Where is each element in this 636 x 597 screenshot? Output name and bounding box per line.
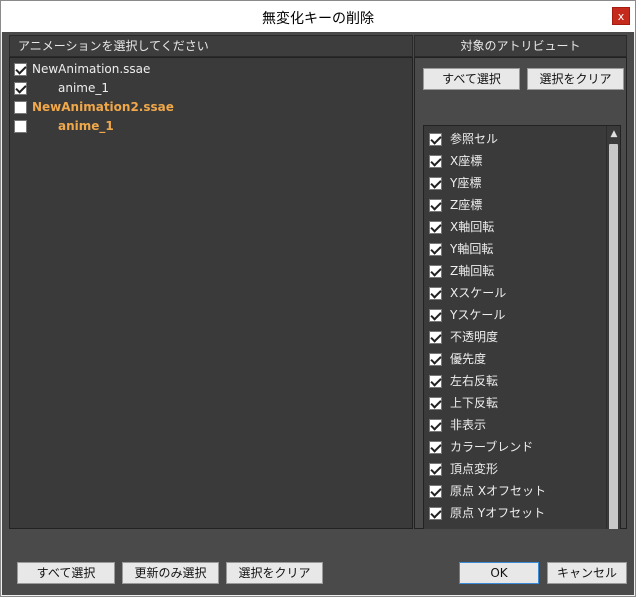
tree-item-checkbox[interactable] <box>14 120 27 133</box>
attribute-checkbox[interactable] <box>429 221 442 234</box>
animation-list-header: アニメーションを選択してください <box>9 35 413 57</box>
tree-item-newanimation[interactable]: NewAnimation.ssae <box>10 60 410 78</box>
attribute-checkbox[interactable] <box>429 243 442 256</box>
attribute-item[interactable]: X軸回転 <box>424 216 604 238</box>
ok-button[interactable]: OK <box>459 562 539 584</box>
dialog-client-area: アニメーションを選択してください NewAnimation.ssae anime… <box>2 32 634 595</box>
attribute-item[interactable]: 上下反転 <box>424 392 604 414</box>
attribute-label: Y軸回転 <box>450 242 494 256</box>
scroll-thumb[interactable] <box>609 144 618 534</box>
attribute-list-header: 対象のアトリビュート <box>414 35 627 57</box>
attribute-checkbox[interactable] <box>429 331 442 344</box>
attribute-checkbox[interactable] <box>429 199 442 212</box>
attribute-label: 原点 Xオフセット <box>450 484 547 498</box>
tree-item-checkbox[interactable] <box>14 63 27 76</box>
attribute-item[interactable]: 参照セル <box>424 128 604 150</box>
attribute-label: 上下反転 <box>450 396 499 410</box>
attribute-item[interactable]: 左右反転 <box>424 370 604 392</box>
attribute-item[interactable]: 原点 Yオフセット <box>424 502 604 524</box>
select-all-button[interactable]: すべて選択 <box>17 562 115 584</box>
attribute-item[interactable]: 非表示 <box>424 414 604 436</box>
scroll-up-arrow-icon[interactable]: ▲ <box>607 126 620 142</box>
select-updated-only-button[interactable]: 更新のみ選択 <box>122 562 219 584</box>
attribute-label: 原点 Yオフセット <box>450 506 546 520</box>
attribute-label: Z座標 <box>450 198 483 212</box>
attribute-checkbox[interactable] <box>429 441 442 454</box>
attribute-item[interactable]: Yスケール <box>424 304 604 326</box>
attribute-label: Yスケール <box>450 308 506 322</box>
animation-tree: NewAnimation.ssae anime_1 NewAnimation2.… <box>9 57 413 529</box>
attribute-checkbox[interactable] <box>429 419 442 432</box>
attribute-checkbox[interactable] <box>429 155 442 168</box>
attribute-label: Z軸回転 <box>450 264 495 278</box>
tree-item-checkbox[interactable] <box>14 101 27 114</box>
attribute-label: カラーブレンド <box>450 440 534 454</box>
attribute-checkbox[interactable] <box>429 265 442 278</box>
attribute-item[interactable]: X座標 <box>424 150 604 172</box>
tree-item-label: NewAnimation.ssae <box>32 62 151 76</box>
attribute-label: 頂点変形 <box>450 462 499 476</box>
dialog-window: 無変化キーの削除 x アニメーションを選択してください NewAnimation… <box>0 0 636 597</box>
footer-bar: すべて選択 更新のみ選択 選択をクリア OK キャンセル <box>2 529 634 595</box>
close-button[interactable]: x <box>612 7 630 25</box>
attribute-checkbox[interactable] <box>429 287 442 300</box>
attribute-list: YアンカーXアンカー原点 Yオフセット原点 Xオフセット頂点変形カラーブレンド非… <box>423 125 621 553</box>
attribute-item[interactable]: 頂点変形 <box>424 458 604 480</box>
attribute-item[interactable]: Y軸回転 <box>424 238 604 260</box>
attribute-item[interactable]: 優先度 <box>424 348 604 370</box>
attribute-label: 非表示 <box>450 418 487 432</box>
title-bar: 無変化キーの削除 x <box>1 1 635 32</box>
tree-item-newanimation2[interactable]: NewAnimation2.ssae <box>10 98 410 116</box>
tree-item-label: anime_1 <box>58 119 114 133</box>
attribute-label: Xスケール <box>450 286 507 300</box>
tree-item-anime-1[interactable]: anime_1 <box>10 79 410 97</box>
tree-item-anime-1-b[interactable]: anime_1 <box>10 117 410 135</box>
attribute-item[interactable]: Y座標 <box>424 172 604 194</box>
attribute-checkbox[interactable] <box>429 177 442 190</box>
clear-selection-button[interactable]: 選択をクリア <box>226 562 323 584</box>
attribute-checkbox[interactable] <box>429 353 442 366</box>
attribute-checkbox[interactable] <box>429 463 442 476</box>
attribute-checkbox[interactable] <box>429 507 442 520</box>
attribute-item[interactable]: Z座標 <box>424 194 604 216</box>
attribute-label: 不透明度 <box>450 330 499 344</box>
attribute-item[interactable]: 原点 Xオフセット <box>424 480 604 502</box>
attribute-checkbox[interactable] <box>429 397 442 410</box>
attribute-scrollbar[interactable]: ▲ ▼ <box>606 126 620 552</box>
attribute-checkbox[interactable] <box>429 485 442 498</box>
attribute-checkbox[interactable] <box>429 375 442 388</box>
attribute-checkbox[interactable] <box>429 309 442 322</box>
attribute-panel: すべて選択 選択をクリア YアンカーXアンカー原点 Yオフセット原点 Xオフセッ… <box>414 57 627 553</box>
tree-item-checkbox[interactable] <box>14 82 27 95</box>
attribute-label: 参照セル <box>450 132 499 146</box>
attribute-label: X座標 <box>450 154 483 168</box>
attribute-label: Y座標 <box>450 176 482 190</box>
attribute-label: 優先度 <box>450 352 487 366</box>
tree-item-label: NewAnimation2.ssae <box>32 100 174 114</box>
attribute-item[interactable]: 不透明度 <box>424 326 604 348</box>
tree-item-label: anime_1 <box>58 81 109 95</box>
attribute-checkbox[interactable] <box>429 133 442 146</box>
attr-clear-button[interactable]: 選択をクリア <box>527 68 624 90</box>
attribute-item[interactable]: Z軸回転 <box>424 260 604 282</box>
attribute-label: 左右反転 <box>450 374 499 388</box>
cancel-button[interactable]: キャンセル <box>547 562 627 584</box>
attr-select-all-button[interactable]: すべて選択 <box>423 68 520 90</box>
attribute-item[interactable]: カラーブレンド <box>424 436 604 458</box>
window-title: 無変化キーの削除 <box>262 11 374 27</box>
attribute-label: X軸回転 <box>450 220 495 234</box>
attribute-item[interactable]: Xスケール <box>424 282 604 304</box>
